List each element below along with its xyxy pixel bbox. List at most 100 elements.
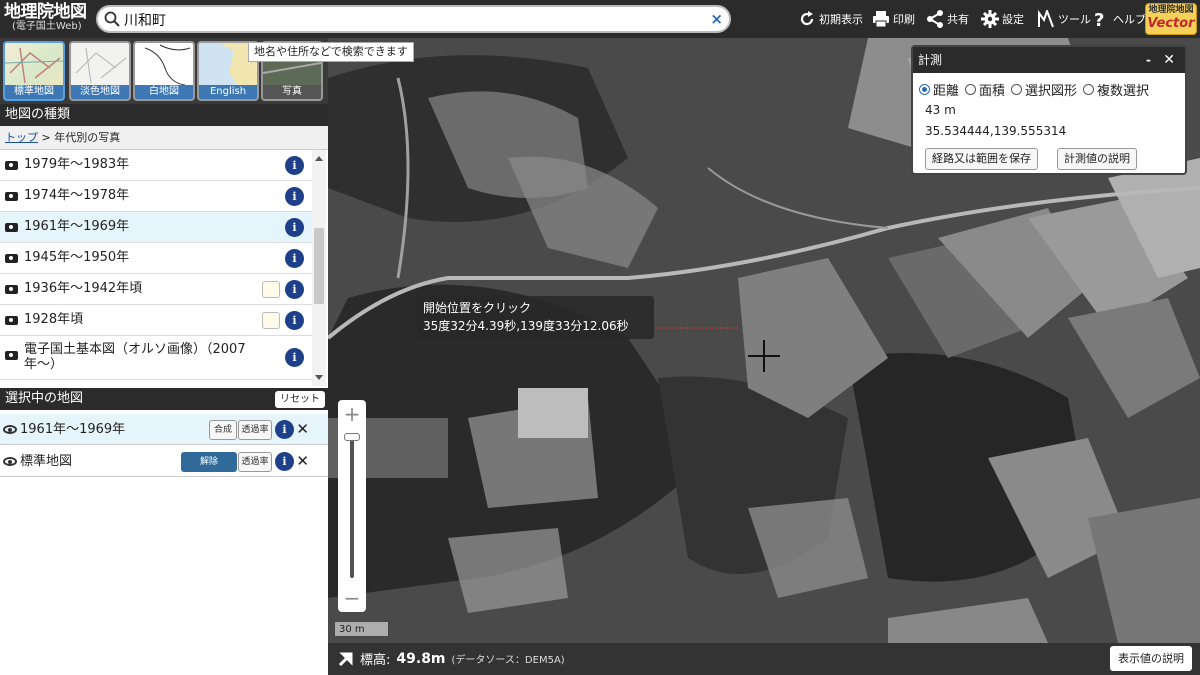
share-button[interactable]: 共有 [926, 8, 969, 30]
eye-icon[interactable] [3, 457, 17, 466]
list-item[interactable]: 1945年〜1950年 i [0, 243, 312, 274]
basemap-pale[interactable]: 淡色地図 [69, 41, 131, 101]
measured-distance: 43 m [925, 103, 956, 117]
magnifier-icon[interactable] [262, 312, 280, 329]
scroll-up-icon [315, 156, 323, 161]
opacity-button[interactable]: 透過率 [238, 452, 272, 472]
info-icon[interactable]: i [285, 249, 304, 268]
elevation-value: 49.8m [396, 650, 446, 667]
breadcrumb: トップ > 年代別の写真 [0, 126, 328, 150]
search-icon [104, 11, 120, 27]
search-tooltip: 地名や住所などで検索できます [248, 42, 414, 62]
basemap-blank[interactable]: 白地図 [133, 41, 195, 101]
map-types-header: 地図の種類 [0, 104, 328, 126]
list-item[interactable]: 1974年〜1978年 i [0, 181, 312, 212]
camera-icon [5, 192, 18, 201]
reload-icon [800, 11, 814, 26]
map-type-list: 1979年〜1983年 i 1974年〜1978年 i 1961年〜1969年 i 1… [0, 150, 312, 386]
logo-title: 地理院地図 [4, 2, 87, 22]
mode-distance[interactable]: 距離 [919, 80, 959, 99]
remove-layer-icon[interactable]: ✕ [296, 446, 309, 477]
site-logo[interactable]: 地理院地図 (電子国土Web) [4, 4, 90, 36]
zoom-out-button[interactable]: − [338, 584, 366, 612]
selected-layer-row: 標準地図 解除 透過率 i ✕ [0, 446, 328, 477]
zoom-slider-handle[interactable] [344, 433, 360, 441]
opacity-button[interactable]: 透過率 [238, 420, 272, 440]
radio-icon[interactable] [965, 84, 977, 95]
share-icon [927, 10, 943, 28]
standard-map-thumb [5, 47, 63, 84]
list-scrollbar[interactable] [312, 150, 326, 386]
camera-icon [5, 254, 18, 263]
zoom-slider-track[interactable] [350, 438, 354, 578]
layer-name: 1961年〜1969年 [20, 422, 126, 437]
measure-explain-button[interactable]: 計測値の説明 [1057, 148, 1137, 170]
measured-coordinates: 35.534444,139.555314 [925, 124, 1067, 138]
eye-icon[interactable] [3, 425, 17, 434]
camera-icon [5, 351, 18, 360]
save-route-button[interactable]: 経路又は範囲を保存 [925, 148, 1038, 170]
camera-icon [5, 223, 18, 232]
camera-icon [5, 285, 18, 294]
popup-coordinates: 35度32分4.39秒,139度33分12.06秒 [423, 319, 629, 333]
blank-map-thumb [144, 44, 191, 86]
remove-layer-icon[interactable]: ✕ [296, 414, 309, 445]
minimize-button[interactable]: - [1146, 47, 1151, 73]
basemap-selector: 標準地図 淡色地図 白地図 English 写真 地名や住所などで検索できます [0, 38, 414, 104]
info-icon[interactable]: i [285, 311, 304, 330]
settings-button[interactable]: 設定 [981, 8, 1024, 30]
magnifier-icon[interactable] [262, 281, 280, 298]
list-item[interactable]: 1936年〜1942年頃 i [0, 274, 312, 305]
print-button[interactable]: 印刷 [872, 8, 915, 30]
print-icon [873, 11, 889, 28]
logo-subtitle: (電子国土Web) [12, 21, 82, 32]
scroll-thumb[interactable] [314, 228, 324, 304]
measure-panel: 計測 - ✕ 距離 面積 選択図形 複数選択 43 m 35.534444,13… [911, 45, 1187, 175]
search-input[interactable] [124, 10, 704, 30]
status-bar: 標高: 49.8m (データソース：DEM5A) 表示値の説明 [328, 643, 1200, 675]
measure-title: 計測 [918, 53, 943, 67]
info-icon[interactable]: i [285, 280, 304, 299]
mode-area[interactable]: 面積 [965, 80, 1005, 99]
info-icon[interactable]: i [285, 218, 304, 237]
arrow-up-right-icon [338, 652, 353, 666]
popup-instruction: 開始位置をクリック [423, 301, 532, 315]
list-item[interactable]: 電子国土基本図（オルソ画像）（2007年〜） i [0, 336, 312, 380]
radio-selected-icon[interactable] [919, 84, 930, 95]
mode-selected-shape[interactable]: 選択図形 [1011, 80, 1077, 99]
radio-icon[interactable] [1011, 84, 1023, 95]
vector-badge[interactable]: 地理院地図 Vector [1145, 3, 1197, 35]
gear-icon [981, 10, 999, 28]
radio-icon[interactable] [1083, 84, 1095, 95]
composite-button[interactable]: 合成 [209, 420, 237, 440]
close-button[interactable]: ✕ [1163, 47, 1175, 73]
value-explain-button[interactable]: 表示値の説明 [1110, 646, 1192, 671]
layer-name: 標準地図 [20, 454, 73, 469]
info-icon[interactable]: i [275, 420, 294, 439]
clear-search-icon[interactable]: × [710, 10, 723, 28]
list-item[interactable]: 1979年〜1983年 i [0, 150, 312, 181]
list-item[interactable]: 1928年頃 i [0, 305, 312, 336]
camera-icon [5, 161, 18, 170]
info-icon[interactable]: i [285, 156, 304, 175]
tools-icon [1038, 10, 1054, 28]
release-button[interactable]: 解除 [181, 452, 237, 472]
svg-text:?: ? [1094, 10, 1104, 28]
help-button[interactable]: ? ヘルプ [1092, 8, 1146, 30]
measure-mode-options: 距離 面積 選択図形 複数選択 [919, 80, 1149, 99]
list-item[interactable]: 1961年〜1969年 i [0, 212, 312, 243]
tools-button[interactable]: ツール [1037, 8, 1091, 30]
help-icon: ? [1094, 10, 1104, 28]
mode-multi-select[interactable]: 複数選択 [1083, 80, 1149, 99]
elevation-readout: 標高: 49.8m (データソース：DEM5A) [338, 649, 565, 668]
info-icon[interactable]: i [275, 452, 294, 471]
selected-maps-header: 選択中の地図 リセット [0, 388, 328, 410]
start-position-popup: 開始位置をクリック 35度32分4.39秒,139度33分12.06秒 [416, 296, 654, 339]
info-icon[interactable]: i [285, 187, 304, 206]
basemap-standard[interactable]: 標準地図 [3, 41, 65, 101]
reset-button[interactable]: リセット [275, 391, 325, 408]
zoom-in-button[interactable]: + [338, 400, 366, 428]
breadcrumb-top-link[interactable]: トップ [5, 131, 38, 144]
home-view-button[interactable]: 初期表示 [798, 8, 863, 30]
info-icon[interactable]: i [285, 348, 304, 367]
